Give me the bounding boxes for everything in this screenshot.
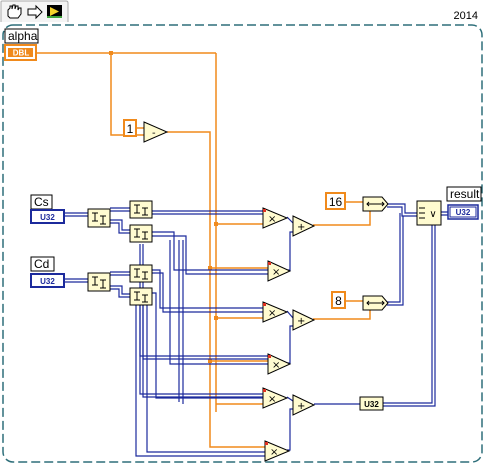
result-type: U32 — [456, 208, 471, 217]
multiply-symbol-4: × — [272, 360, 280, 371]
convert-u32-node[interactable]: U32 — [359, 396, 384, 411]
multiply-symbol-3: × — [268, 308, 276, 319]
multiply-symbol-1: × — [268, 214, 276, 225]
multiply-symbol-2: × — [272, 267, 280, 278]
split-cd-3[interactable] — [129, 287, 153, 306]
constant-8-value: 8 — [335, 294, 342, 308]
add-node-1[interactable]: + — [292, 215, 316, 237]
split-cs-3[interactable] — [129, 224, 153, 243]
cd-control[interactable]: Cd U32 — [30, 256, 65, 288]
result-label: result — [450, 187, 480, 201]
subtract-node[interactable]: - — [143, 121, 169, 143]
constant-8[interactable]: 8 — [331, 291, 346, 309]
constant-1-value: 1 — [127, 122, 134, 136]
multiply-symbol-6: × — [270, 447, 278, 458]
add-node-2[interactable]: + — [292, 309, 316, 331]
constant-1[interactable]: 1 — [123, 119, 137, 137]
toolbar — [0, 0, 69, 22]
orange-wires — [36, 52, 371, 448]
subtract-symbol: - — [152, 128, 156, 139]
cd-type: U32 — [40, 277, 55, 286]
add-symbol-3: + — [297, 401, 305, 412]
add-node-3[interactable]: + — [292, 394, 316, 416]
cd-label: Cd — [34, 257, 49, 271]
cs-control[interactable]: Cs U32 — [30, 194, 65, 224]
shift-node-8[interactable] — [362, 295, 389, 311]
orange-junctions — [109, 51, 218, 363]
multiply-node-5[interactable]: × — [262, 387, 289, 409]
blue-wires — [64, 203, 449, 457]
alpha-label: alpha — [8, 29, 38, 43]
split-cs-2[interactable] — [129, 200, 153, 219]
cs-label: Cs — [34, 195, 49, 209]
year-label: 2014 — [454, 10, 478, 22]
constant-16-value: 16 — [329, 195, 343, 209]
split-cs-1[interactable] — [87, 208, 111, 228]
multiply-symbol-5: × — [268, 394, 276, 405]
add-symbol-2: + — [297, 316, 305, 327]
convert-u32-label: U32 — [364, 400, 379, 409]
alpha-control[interactable]: alpha DBL — [4, 28, 39, 61]
split-cd-2[interactable] — [129, 264, 153, 283]
or-node[interactable]: ∨ — [416, 200, 442, 226]
cs-type: U32 — [40, 213, 55, 222]
coercion-dots — [263, 199, 369, 445]
result-indicator[interactable]: result U32 — [446, 186, 482, 220]
multiply-node-1[interactable]: × — [262, 207, 289, 229]
constant-16[interactable]: 16 — [325, 192, 346, 210]
or-symbol: ∨ — [429, 209, 436, 220]
add-symbol-1: + — [297, 222, 305, 233]
split-cd-1[interactable] — [87, 272, 111, 292]
alpha-type: DBL — [13, 49, 30, 58]
block-diagram: 2014 alpha DBL Cs U32 Cd U32 result U32 … — [0, 0, 483, 463]
multiply-node-2[interactable]: × — [267, 260, 292, 282]
shift-node-16[interactable] — [362, 196, 389, 212]
multiply-node-3[interactable]: × — [262, 301, 289, 323]
multiply-node-4[interactable]: × — [267, 353, 292, 375]
run-icon[interactable] — [47, 5, 62, 18]
multiply-node-6[interactable]: × — [264, 440, 291, 462]
